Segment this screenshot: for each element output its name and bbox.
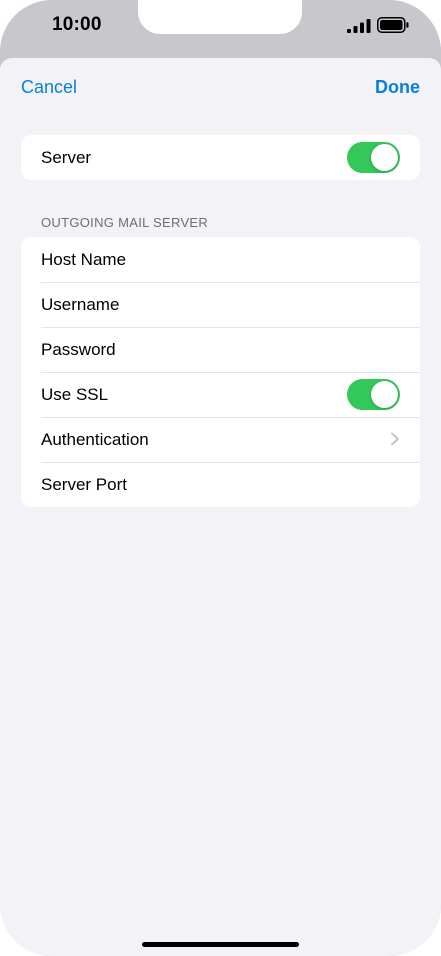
server-label: Server (41, 147, 92, 167)
status-bar: 10:00 (0, 0, 441, 58)
authentication-row[interactable]: Authentication (21, 417, 420, 462)
status-time: 10:00 (52, 14, 102, 35)
cancel-button[interactable]: Cancel (21, 77, 77, 98)
done-button[interactable]: Done (375, 77, 420, 98)
host-name-row[interactable]: Host Name (21, 237, 420, 282)
settings-sheet: Cancel Done Server OUTGOING MAIL SERVER … (0, 58, 441, 956)
server-toggle[interactable] (347, 142, 400, 173)
cellular-signal-icon (347, 19, 371, 33)
authentication-label: Authentication (41, 429, 149, 449)
use-ssl-row: Use SSL (21, 372, 420, 417)
battery-icon (377, 17, 409, 33)
use-ssl-label: Use SSL (41, 384, 109, 404)
server-port-row[interactable]: Server Port (21, 462, 420, 507)
use-ssl-toggle[interactable] (347, 379, 400, 410)
server-toggle-knob (371, 144, 398, 171)
server-group: Server (21, 135, 420, 180)
outgoing-section-header: OUTGOING MAIL SERVER (41, 215, 209, 230)
username-row[interactable]: Username (21, 282, 420, 327)
notch (138, 0, 302, 34)
use-ssl-toggle-knob (371, 381, 398, 408)
phone-screen: 10:00 Cancel Done Server OUTGOING MAIL S… (0, 0, 441, 956)
outgoing-mail-group: Host Name Username Password Use SSL Auth… (21, 237, 420, 507)
home-indicator (142, 942, 299, 947)
host-name-label: Host Name (41, 249, 127, 269)
password-label: Password (41, 339, 116, 359)
chevron-right-icon (391, 432, 399, 446)
server-row[interactable]: Server (21, 135, 420, 180)
server-port-label: Server Port (41, 474, 127, 494)
username-label: Username (41, 294, 120, 314)
password-row[interactable]: Password (21, 327, 420, 372)
